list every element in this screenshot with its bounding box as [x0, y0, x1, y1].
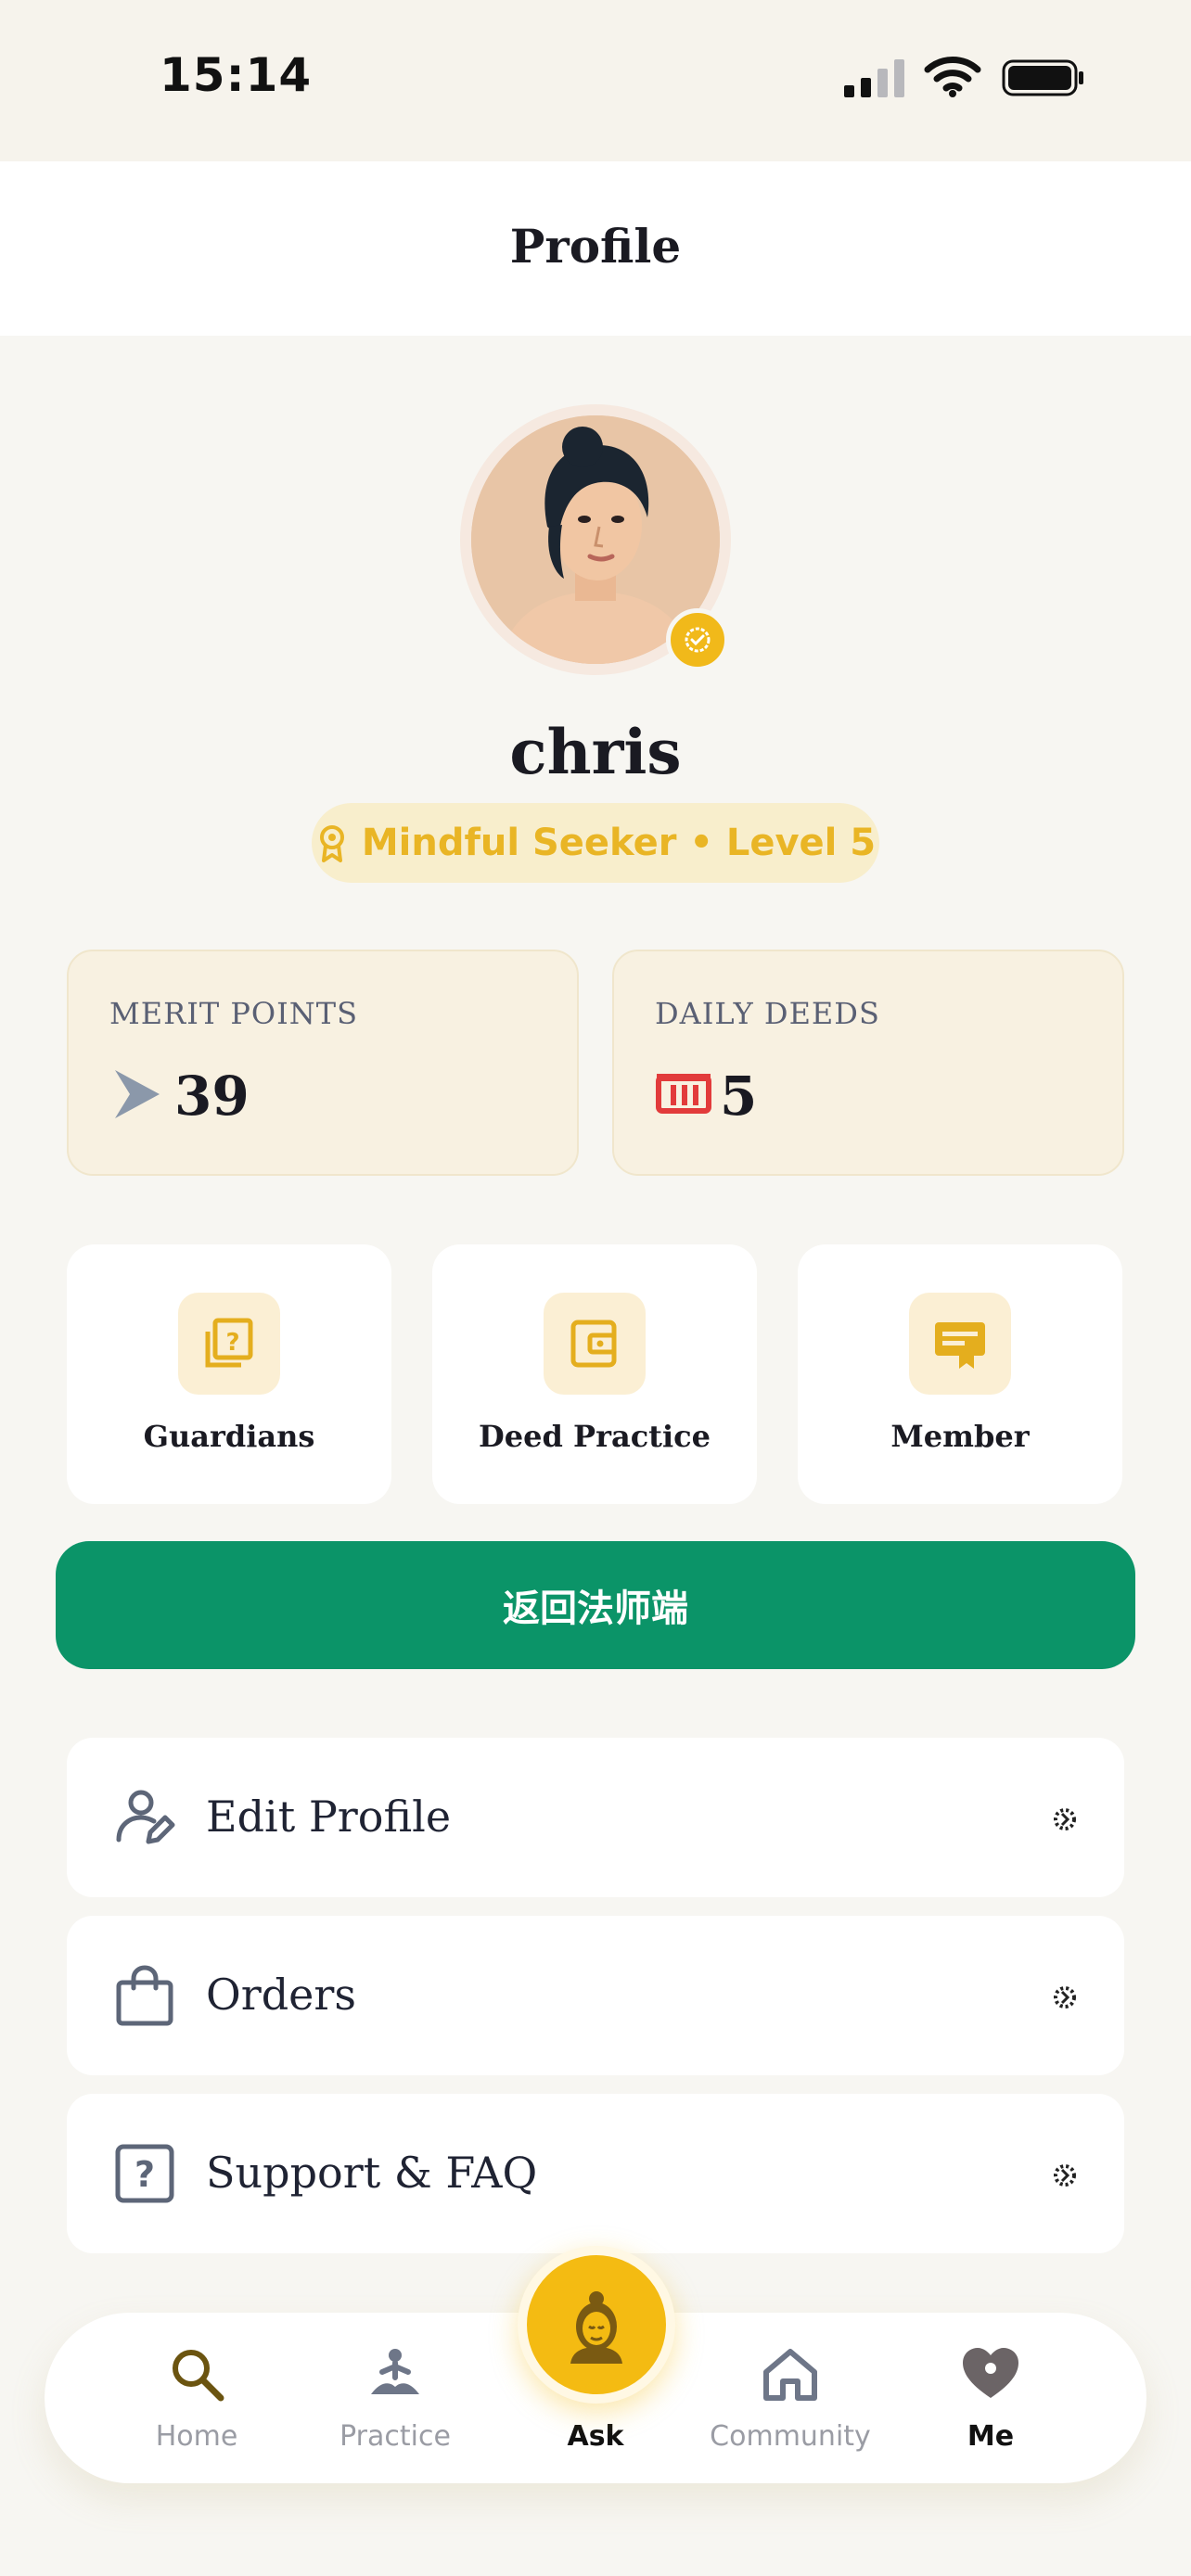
menu-label-orders: Orders	[206, 1970, 356, 2020]
guardians-label: Guardians	[143, 1419, 315, 1454]
level-badge: Mindful Seeker • Level 5	[312, 803, 879, 883]
nav-item-practice[interactable]: Practice	[312, 2313, 479, 2483]
merit-points-value: 39	[174, 1065, 250, 1128]
certificate-icon	[909, 1293, 1011, 1395]
buddha-icon	[570, 2291, 622, 2364]
wifi-icon	[924, 57, 981, 97]
deed-practice-label: Deed Practice	[479, 1419, 711, 1454]
level-text: Mindful Seeker • Level 5	[361, 822, 877, 864]
deed-practice-tile[interactable]: Deed Practice	[432, 1244, 757, 1504]
nav-item-me[interactable]: Me	[907, 2313, 1074, 2483]
daily-deeds-label: DAILY DEEDS	[655, 996, 880, 1031]
merit-points-card[interactable]: MERIT POINTS 39	[67, 950, 579, 1176]
header: Profile	[0, 161, 1191, 336]
menu-item-support-faq[interactable]: ? Support & FAQ	[67, 2094, 1124, 2253]
member-label: Member	[890, 1419, 1030, 1454]
chevron-right-icon	[115, 1070, 160, 1118]
member-tile[interactable]: Member	[798, 1244, 1122, 1504]
menu-item-orders[interactable]: Orders	[67, 1916, 1124, 2075]
menu-label-edit-profile: Edit Profile	[206, 1792, 452, 1842]
calendar-icon	[656, 1074, 711, 1114]
chevron-right-icon	[1054, 1808, 1076, 1830]
menu-item-edit-profile[interactable]: Edit Profile	[67, 1738, 1124, 1897]
daily-deeds-value: 5	[720, 1065, 758, 1128]
shopping-bag-icon	[116, 1965, 173, 2026]
nav-label-home: Home	[155, 2420, 238, 2453]
question-cards-icon: ?	[178, 1293, 280, 1395]
nav-item-community[interactable]: Community	[707, 2313, 874, 2483]
nav-label-me: Me	[967, 2420, 1015, 2453]
status-time: 15:14	[160, 48, 313, 102]
return-to-master-button[interactable]: 返回法师端	[56, 1541, 1135, 1669]
wallet-icon	[544, 1293, 646, 1395]
nav-label-practice: Practice	[339, 2420, 451, 2453]
heart-icon	[963, 2348, 1018, 2398]
guardians-tile[interactable]: ? Guardians	[67, 1244, 391, 1504]
user-name: chris	[509, 716, 682, 788]
user-edit-icon	[116, 1790, 175, 1844]
nav-label-ask: Ask	[567, 2420, 624, 2453]
verified-badge-icon	[666, 608, 729, 671]
meditation-icon	[371, 2349, 419, 2394]
award-icon	[319, 825, 344, 862]
svg-text:?: ?	[134, 2154, 155, 2195]
battery-icon	[1002, 59, 1083, 96]
svg-text:?: ?	[225, 1329, 239, 1357]
search-icon	[173, 2350, 224, 2402]
page-title: Profile	[509, 219, 682, 274]
chevron-right-icon	[1054, 2164, 1076, 2187]
nav-label-community: Community	[710, 2420, 871, 2453]
status-bar: 15:14	[0, 0, 1191, 161]
cellular-signal-icon	[844, 59, 904, 97]
question-icon: ?	[115, 2144, 174, 2203]
ask-fab-button[interactable]	[518, 2246, 675, 2404]
daily-deeds-card[interactable]: DAILY DEEDS 5	[612, 950, 1124, 1176]
nav-item-home[interactable]: Home	[113, 2313, 280, 2483]
menu-label-support-faq: Support & FAQ	[206, 2148, 538, 2198]
house-icon	[763, 2349, 817, 2401]
chevron-right-icon	[1054, 1986, 1076, 2009]
merit-points-label: MERIT POINTS	[109, 996, 359, 1031]
